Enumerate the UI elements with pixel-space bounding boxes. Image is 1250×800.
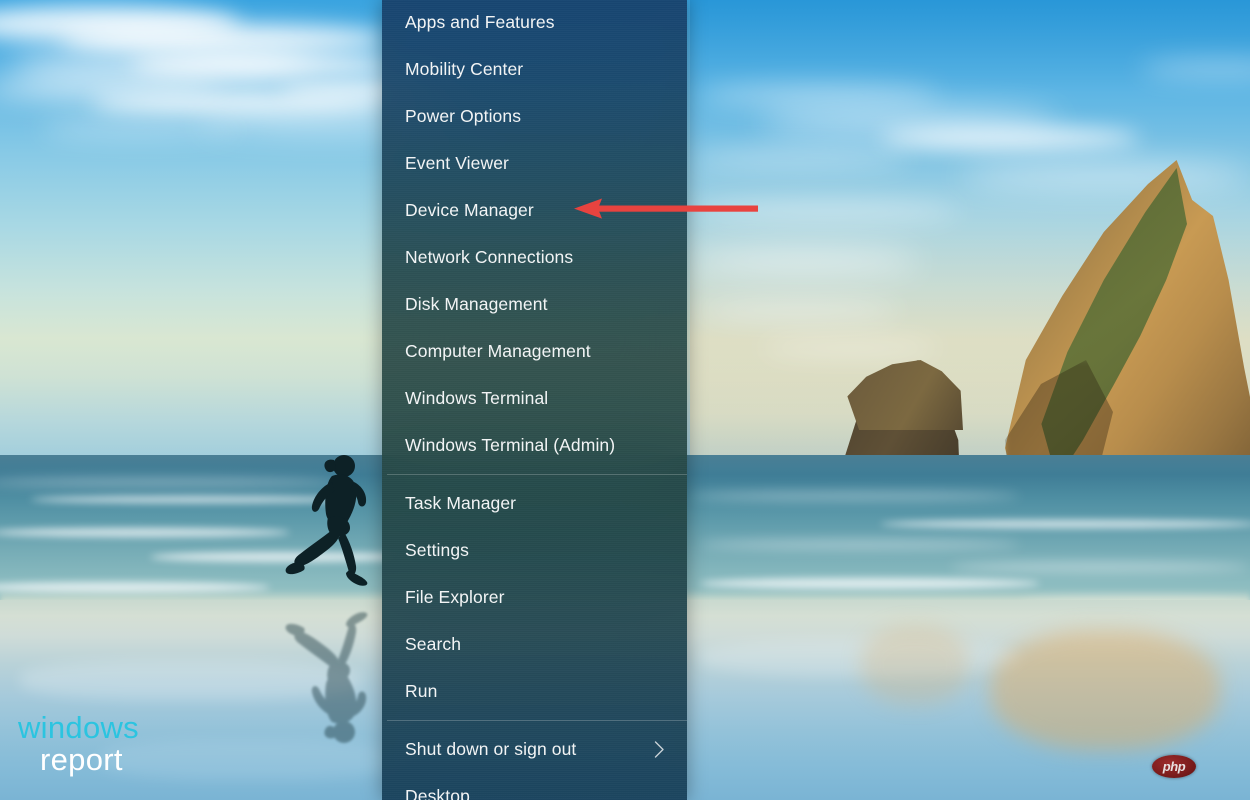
menu-separator [387,474,687,475]
surf-line [700,540,1020,549]
desktop-screen: windows report php Apps and Features Mob… [0,0,1250,800]
menu-item-label: Windows Terminal (Admin) [405,435,616,455]
menu-item-windows-terminal[interactable]: Windows Terminal [382,375,687,422]
menu-item-label: Apps and Features [405,12,555,32]
menu-separator [387,720,687,721]
cloud [690,150,910,168]
menu-item-label: Computer Management [405,341,591,361]
running-person-reflection [272,598,392,748]
menu-item-label: Power Options [405,106,522,126]
power-user-context-menu[interactable]: Apps and Features Mobility Center Power … [382,0,687,800]
running-person-silhouette [272,450,392,600]
cloud [700,84,940,106]
menu-item-label: Device Manager [405,200,534,220]
surf-line [950,562,1250,572]
menu-item-label: Task Manager [405,493,517,513]
menu-item-network-connections[interactable]: Network Connections [382,234,687,281]
cloud [880,128,1140,148]
menu-item-disk-management[interactable]: Disk Management [382,281,687,328]
menu-item-device-manager[interactable]: Device Manager [382,187,687,234]
menu-item-run[interactable]: Run [382,668,687,715]
menu-item-label: Mobility Center [405,59,524,79]
menu-item-label: Settings [405,540,470,560]
menu-item-computer-management[interactable]: Computer Management [382,328,687,375]
cloud [700,200,960,222]
menu-item-mobility-center[interactable]: Mobility Center [382,46,687,93]
cloud [40,120,240,138]
rock-reflection-gold [990,630,1220,750]
menu-item-label: Desktop [405,786,470,800]
menu-item-label: Search [405,634,462,654]
surf-line [880,520,1250,528]
menu-item-settings[interactable]: Settings [382,527,687,574]
surf-line [700,578,1040,589]
chevron-right-icon [654,741,665,758]
php-logo-badge: php [1152,755,1196,778]
surf-line [690,492,1020,500]
menu-item-label: Event Viewer [405,153,509,173]
menu-item-desktop[interactable]: Desktop [382,773,687,800]
menu-item-power-options[interactable]: Power Options [382,93,687,140]
menu-item-windows-terminal-admin[interactable]: Windows Terminal (Admin) [382,422,687,469]
cloud [690,248,920,274]
cloud [700,300,900,320]
rock-reflection-gold [860,625,970,705]
menu-item-apps-and-features[interactable]: Apps and Features [382,0,687,46]
menu-item-label: File Explorer [405,587,505,607]
cloud [130,52,400,78]
menu-item-label: Shut down or sign out [405,739,577,759]
cloud [760,340,940,356]
surf-line [0,528,290,537]
php-logo-label: php [1162,759,1186,774]
menu-item-label: Run [405,681,438,701]
menu-item-label: Network Connections [405,247,574,267]
menu-item-task-manager[interactable]: Task Manager [382,480,687,527]
menu-item-event-viewer[interactable]: Event Viewer [382,140,687,187]
cloud [960,164,1250,188]
menu-item-file-explorer[interactable]: File Explorer [382,574,687,621]
menu-item-label: Disk Management [405,294,548,314]
menu-item-shut-down-or-sign-out[interactable]: Shut down or sign out [382,726,687,773]
context-menu-list: Apps and Features Mobility Center Power … [382,0,687,800]
menu-item-label: Windows Terminal [405,388,549,408]
menu-item-search[interactable]: Search [382,621,687,668]
